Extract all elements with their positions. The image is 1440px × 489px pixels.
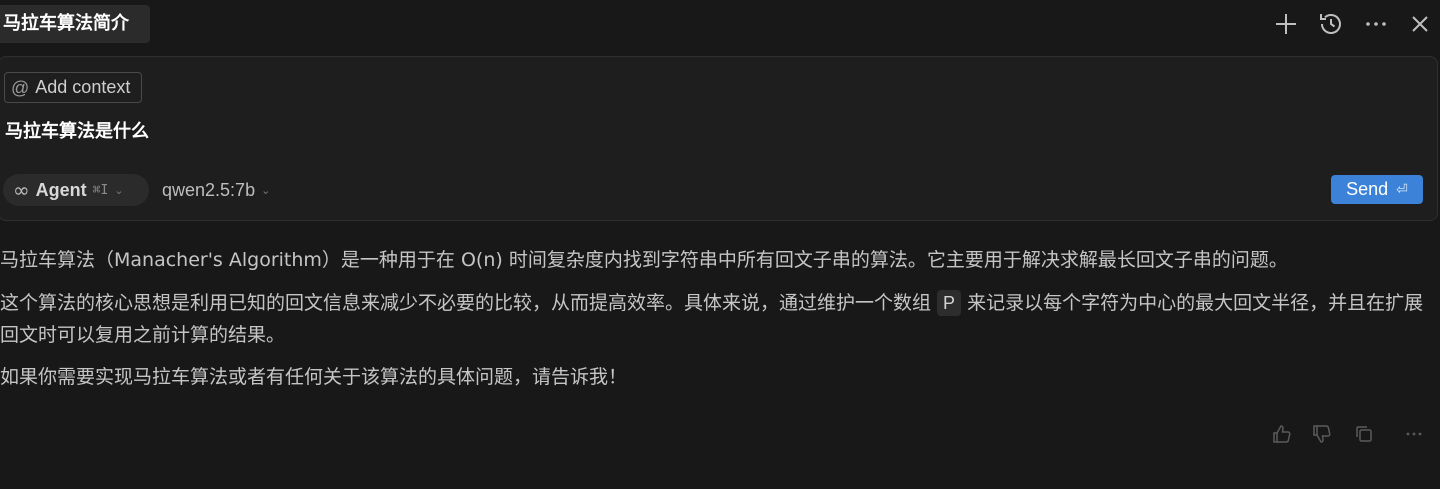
history-icon[interactable] bbox=[1315, 8, 1347, 40]
inline-code: P bbox=[937, 290, 962, 316]
infinity-icon: ∞ bbox=[13, 178, 30, 202]
response-text: 这个算法的核心思想是利用已知的回文信息来减少不必要的比较，从而提高效率。具体来说… bbox=[0, 292, 938, 314]
mode-shortcut: ⌘I bbox=[92, 182, 109, 198]
copy-icon[interactable] bbox=[1350, 420, 1378, 448]
close-icon[interactable] bbox=[1404, 8, 1436, 40]
chevron-down-icon: ⌄ bbox=[261, 184, 271, 197]
response-paragraph: 这个算法的核心思想是利用已知的回文信息来减少不必要的比较，从而提高效率。具体来说… bbox=[0, 287, 1430, 351]
mode-selector[interactable]: ∞ Agent ⌘I ⌄ bbox=[3, 174, 149, 206]
model-selector[interactable]: qwen2.5:7b ⌄ bbox=[162, 174, 270, 206]
chat-title-tab[interactable]: 马拉车算法简介 bbox=[0, 5, 150, 43]
enter-icon: ⏎ bbox=[1396, 181, 1408, 197]
message-actions bbox=[1240, 420, 1440, 448]
plus-icon[interactable] bbox=[1270, 8, 1302, 40]
mode-label: Agent bbox=[35, 179, 87, 200]
send-button[interactable]: Send ⏎ bbox=[1331, 175, 1423, 204]
response-paragraph: 如果你需要实现马拉车算法或者有任何关于该算法的具体问题，请告诉我！ bbox=[0, 366, 628, 388]
more-icon[interactable] bbox=[1360, 8, 1392, 40]
header-actions bbox=[1270, 8, 1440, 40]
chevron-down-icon: ⌄ bbox=[114, 183, 124, 197]
user-message[interactable]: 马拉车算法是什么 bbox=[5, 117, 149, 143]
thumbs-down-icon[interactable] bbox=[1308, 420, 1336, 448]
message-composer: @ Add context 马拉车算法是什么 ∞ Agent ⌘I ⌄ qwen… bbox=[0, 56, 1438, 221]
at-icon: @ bbox=[11, 77, 30, 98]
response-paragraph: 马拉车算法（Manacher's Algorithm）是一种用于在 O(n) 时… bbox=[0, 249, 1288, 271]
chat-header: 马拉车算法简介 bbox=[0, 0, 1440, 46]
add-context-label: Add context bbox=[35, 77, 131, 97]
more-icon[interactable] bbox=[1400, 420, 1428, 448]
thumbs-up-icon[interactable] bbox=[1268, 420, 1296, 448]
add-context-button[interactable]: @ Add context bbox=[4, 72, 143, 103]
send-label: Send bbox=[1346, 179, 1389, 199]
model-label: qwen2.5:7b bbox=[162, 179, 256, 200]
